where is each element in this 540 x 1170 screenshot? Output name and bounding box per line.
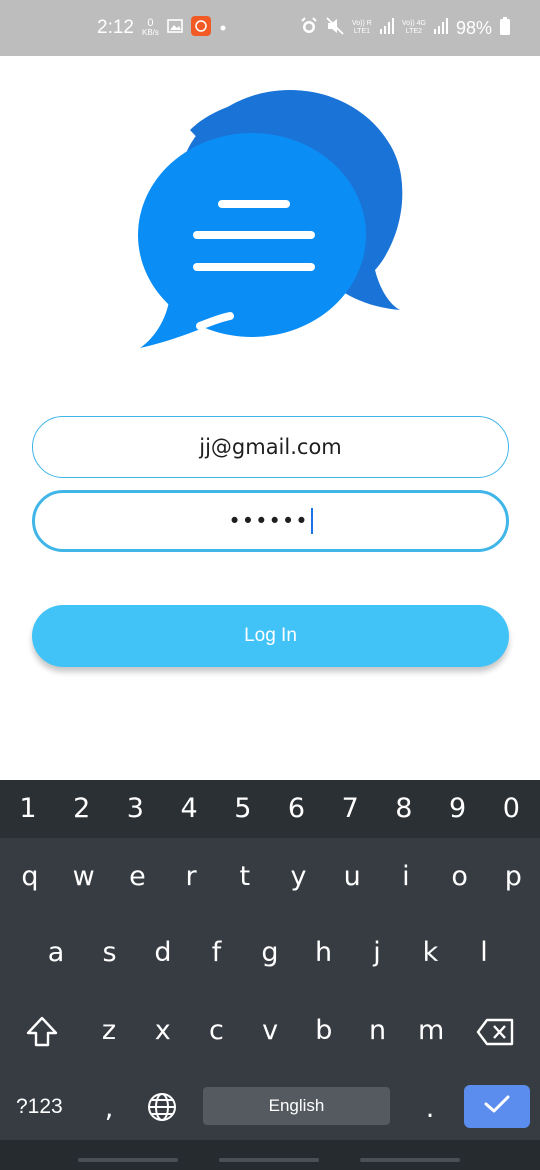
letter-key-e[interactable]: e (112, 848, 162, 906)
letter-key-r[interactable]: r (166, 848, 216, 906)
letter-key-z[interactable]: z (84, 1002, 134, 1060)
text-cursor (310, 508, 313, 534)
password-field[interactable]: •••••• (32, 490, 509, 552)
more-notifications-dot-icon (219, 19, 227, 37)
number-key-6[interactable]: 6 (272, 780, 322, 838)
letter-key-b[interactable]: b (299, 1002, 349, 1060)
number-key-7[interactable]: 7 (325, 780, 375, 838)
number-key-0[interactable]: 0 (486, 780, 536, 838)
letter-key-u[interactable]: u (327, 848, 377, 906)
email-field[interactable]: jj@gmail.com (32, 416, 509, 478)
nav-home-button[interactable] (219, 1158, 319, 1162)
network-speed: 0 KB/s (141, 17, 159, 38)
letter-key-k[interactable]: k (406, 924, 456, 982)
battery-percent: 98% (455, 17, 492, 38)
letter-key-t[interactable]: t (220, 848, 270, 906)
status-left-group: 2:12 0 KB/s (97, 14, 227, 42)
nav-recent-button[interactable] (78, 1158, 178, 1162)
letter-key-i[interactable]: i (381, 848, 431, 906)
letter-key-n[interactable]: n (353, 1002, 403, 1060)
chat-logo-icon (130, 90, 410, 360)
letter-key-j[interactable]: j (352, 924, 402, 982)
network-speed-value: 0 (147, 17, 154, 29)
status-right-group: Vo)) R LTE1 Vo)) 4G LTE2 98% (300, 14, 510, 42)
letter-key-h[interactable]: h (299, 924, 349, 982)
comma-key[interactable]: , (84, 1080, 134, 1138)
space-key[interactable]: English (203, 1087, 390, 1125)
enter-key[interactable] (464, 1085, 530, 1128)
globe-icon[interactable] (146, 1091, 178, 1123)
login-button[interactable]: Log In (32, 605, 509, 667)
letter-key-d[interactable]: d (138, 924, 188, 982)
letter-key-c[interactable]: c (191, 1002, 241, 1060)
letter-key-s[interactable]: s (85, 924, 135, 982)
number-key-5[interactable]: 5 (218, 780, 268, 838)
letter-key-a[interactable]: a (31, 924, 81, 982)
battery-icon (500, 16, 510, 40)
sim1-label: Vo)) R LTE1 (352, 20, 372, 35)
navigation-bar (0, 1140, 540, 1170)
letter-key-m[interactable]: m (406, 1002, 456, 1060)
letter-key-w[interactable]: w (59, 848, 109, 906)
nav-back-button[interactable] (360, 1158, 460, 1162)
letter-key-g[interactable]: g (245, 924, 295, 982)
letter-key-p[interactable]: p (488, 848, 538, 906)
signal-1-icon (379, 17, 394, 39)
letter-key-y[interactable]: y (274, 848, 324, 906)
shift-icon[interactable] (24, 1014, 60, 1050)
letter-key-q[interactable]: q (5, 848, 55, 906)
status-time: 2:12 (97, 17, 134, 38)
password-value: •••••• (228, 509, 309, 533)
status-bar: 2:12 0 KB/s Vo)) R LTE1 Vo)) 4G LTE2 98% (0, 0, 540, 56)
letter-key-x[interactable]: x (138, 1002, 188, 1060)
letter-key-f[interactable]: f (192, 924, 242, 982)
backspace-icon[interactable] (476, 1016, 516, 1048)
number-key-8[interactable]: 8 (379, 780, 429, 838)
checkmark-icon (484, 1094, 510, 1119)
network-speed-unit: KB/s (141, 28, 159, 37)
number-key-1[interactable]: 1 (3, 780, 53, 838)
sim2-label: Vo)) 4G LTE2 (401, 20, 426, 35)
number-key-3[interactable]: 3 (110, 780, 160, 838)
mute-icon (326, 16, 344, 40)
number-key-4[interactable]: 4 (164, 780, 214, 838)
letter-key-l[interactable]: l (459, 924, 509, 982)
symbols-key[interactable]: ?123 (16, 1088, 63, 1126)
app-notification-icon (190, 15, 211, 41)
number-key-9[interactable]: 9 (433, 780, 483, 838)
letter-key-v[interactable]: v (245, 1002, 295, 1060)
gallery-icon (167, 18, 183, 38)
alarm-icon (300, 16, 318, 40)
email-value: jj@gmail.com (199, 435, 342, 459)
number-key-2[interactable]: 2 (57, 780, 107, 838)
signal-2-icon (433, 17, 448, 39)
period-key[interactable]: . (405, 1080, 455, 1138)
letter-key-o[interactable]: o (435, 848, 485, 906)
